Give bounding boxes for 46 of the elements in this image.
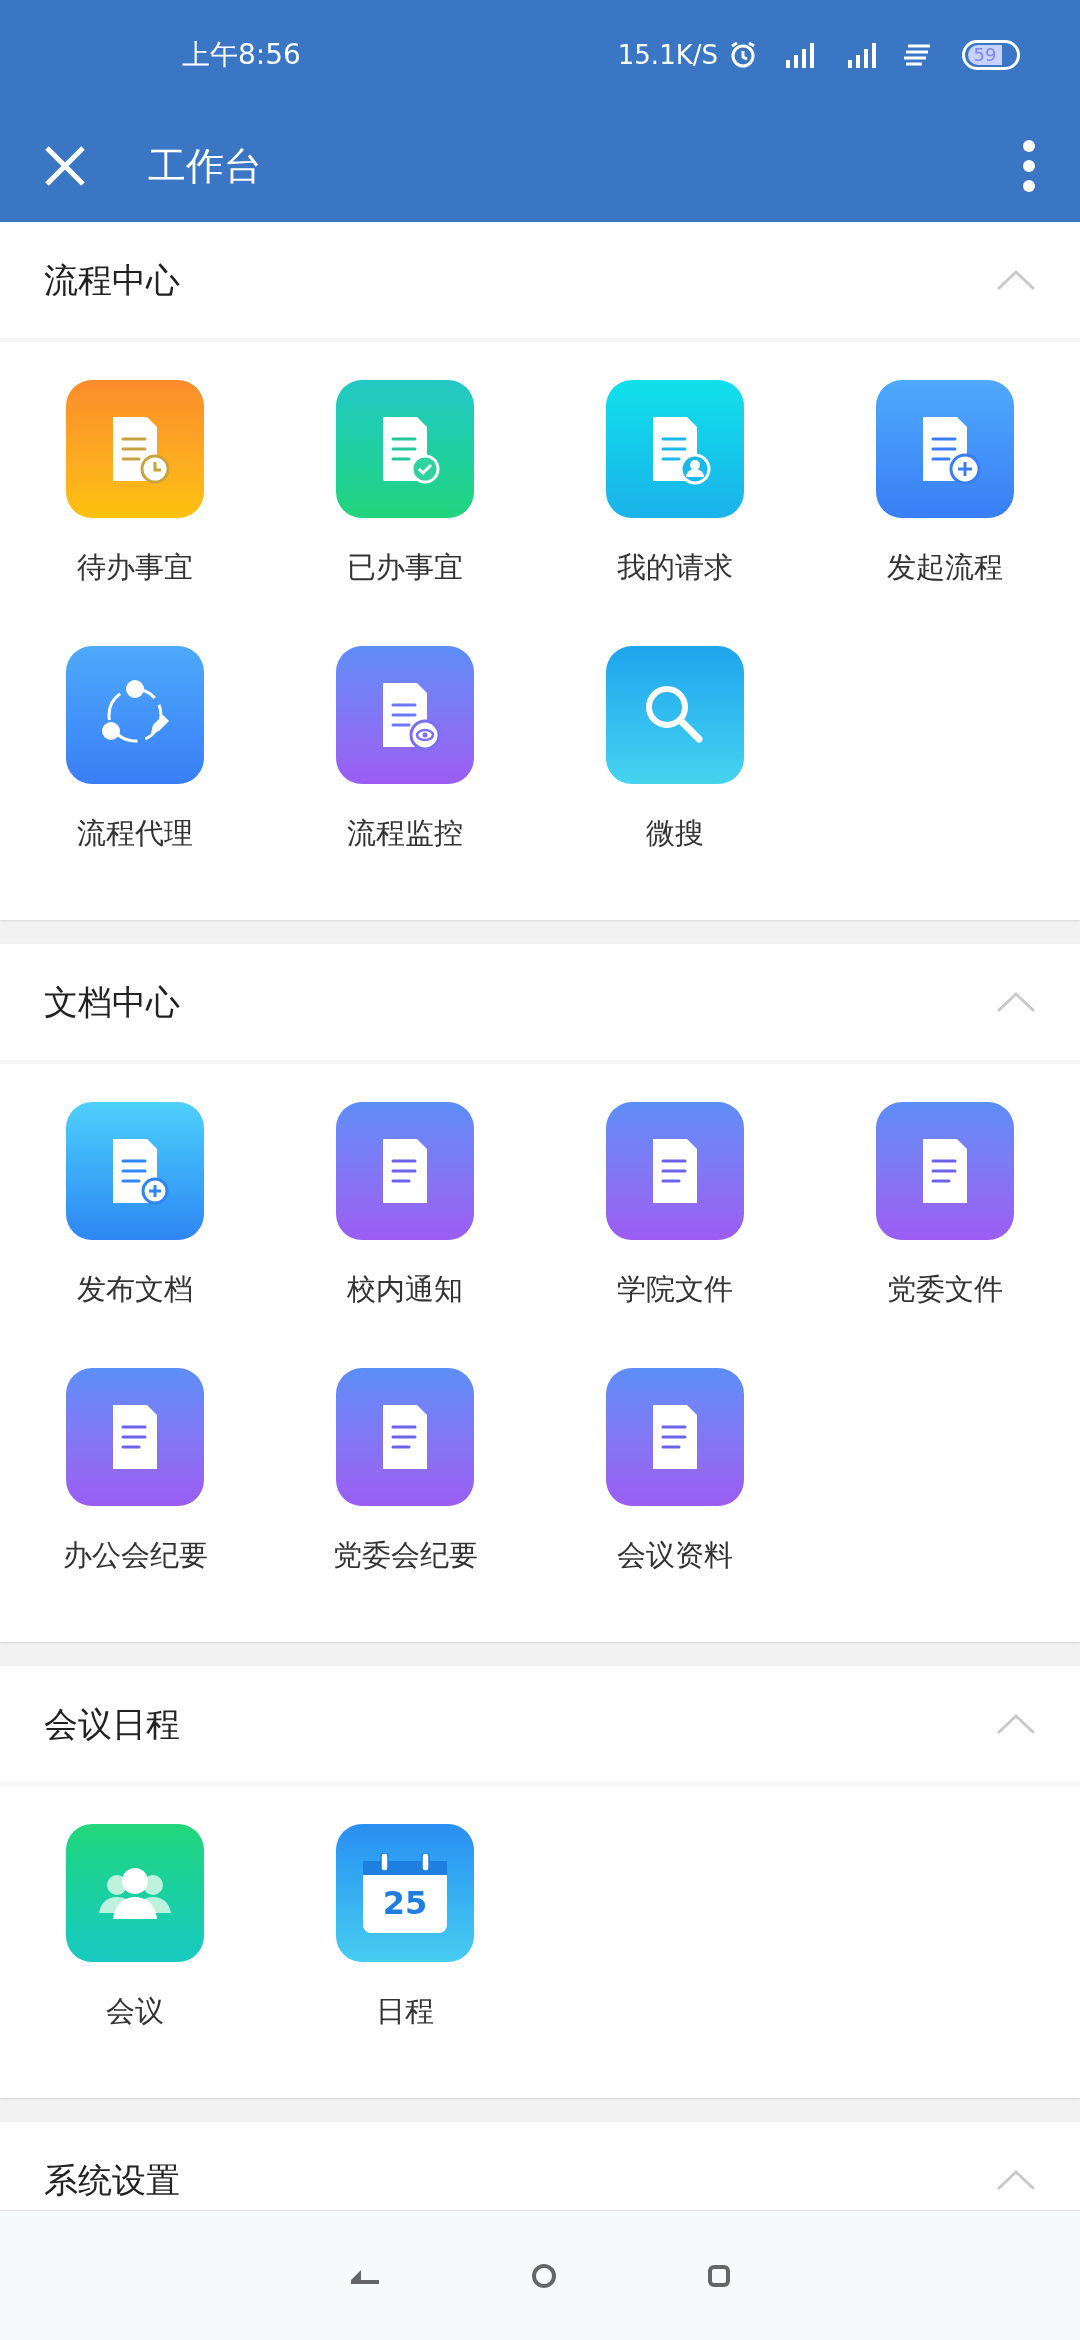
app-shortcut[interactable]: 党委文件: [810, 1100, 1080, 1366]
app-label: 学院文件: [617, 1271, 733, 1308]
app-label: 党委会纪要: [332, 1537, 478, 1574]
app-shortcut[interactable]: 发布文档: [0, 1100, 270, 1366]
section-title: 系统设置: [44, 2158, 180, 2202]
network-speed: 15.1K/S: [617, 38, 718, 72]
app-label: 流程代理: [77, 815, 193, 852]
app-label: 发起流程: [887, 549, 1003, 586]
section-title: 文档中心: [44, 980, 180, 1024]
close-icon[interactable]: [44, 145, 86, 187]
app-label: 日程: [376, 1993, 434, 2030]
app-shortcut[interactable]: 待办事宜: [0, 378, 270, 644]
app-shortcut[interactable]: 已办事宜: [270, 378, 540, 644]
app-label: 发布文档: [77, 1271, 193, 1308]
app-label: 办公会纪要: [62, 1537, 208, 1574]
app-shortcut[interactable]: 学院文件: [540, 1100, 810, 1366]
app-shortcut[interactable]: 我的请求: [540, 378, 810, 644]
app-label: 会议: [106, 1993, 164, 2030]
app-label: 微搜: [646, 815, 704, 852]
app-label: 我的请求: [617, 549, 733, 586]
app-label: 党委文件: [887, 1271, 1003, 1308]
app-shortcut[interactable]: 发起流程: [810, 378, 1080, 644]
app-shortcut[interactable]: 流程监控: [270, 644, 540, 910]
recents-icon[interactable]: [707, 2263, 731, 2288]
app-shortcut[interactable]: 25 日程: [270, 1822, 540, 2088]
more-icon[interactable]: [1022, 139, 1036, 193]
battery-indicator: 59: [962, 40, 1020, 70]
section-title: 会议日程: [44, 1702, 180, 1746]
status-time: 上午8:56: [182, 37, 301, 73]
app-shortcut[interactable]: 微搜: [540, 644, 810, 910]
app-label: 会议资料: [617, 1537, 733, 1574]
app-shortcut[interactable]: 办公会纪要: [0, 1366, 270, 1632]
app-shortcut[interactable]: 会议: [0, 1822, 270, 2088]
app-shortcut[interactable]: 校内通知: [270, 1100, 540, 1366]
app-shortcut[interactable]: 流程代理: [0, 644, 270, 910]
app-label: 已办事宜: [347, 549, 463, 586]
section-title: 流程中心: [44, 258, 180, 302]
app-shortcut[interactable]: 会议资料: [540, 1366, 810, 1632]
calendar-icon: [363, 1853, 447, 1933]
page-title: 工作台: [148, 142, 262, 190]
app-shortcut[interactable]: 党委会纪要: [270, 1366, 540, 1632]
home-icon[interactable]: [531, 2262, 557, 2289]
calendar-day: 25: [363, 1883, 447, 1923]
app-label: 待办事宜: [77, 549, 193, 586]
app-label: 流程监控: [347, 815, 463, 852]
app-label: 校内通知: [347, 1271, 463, 1308]
